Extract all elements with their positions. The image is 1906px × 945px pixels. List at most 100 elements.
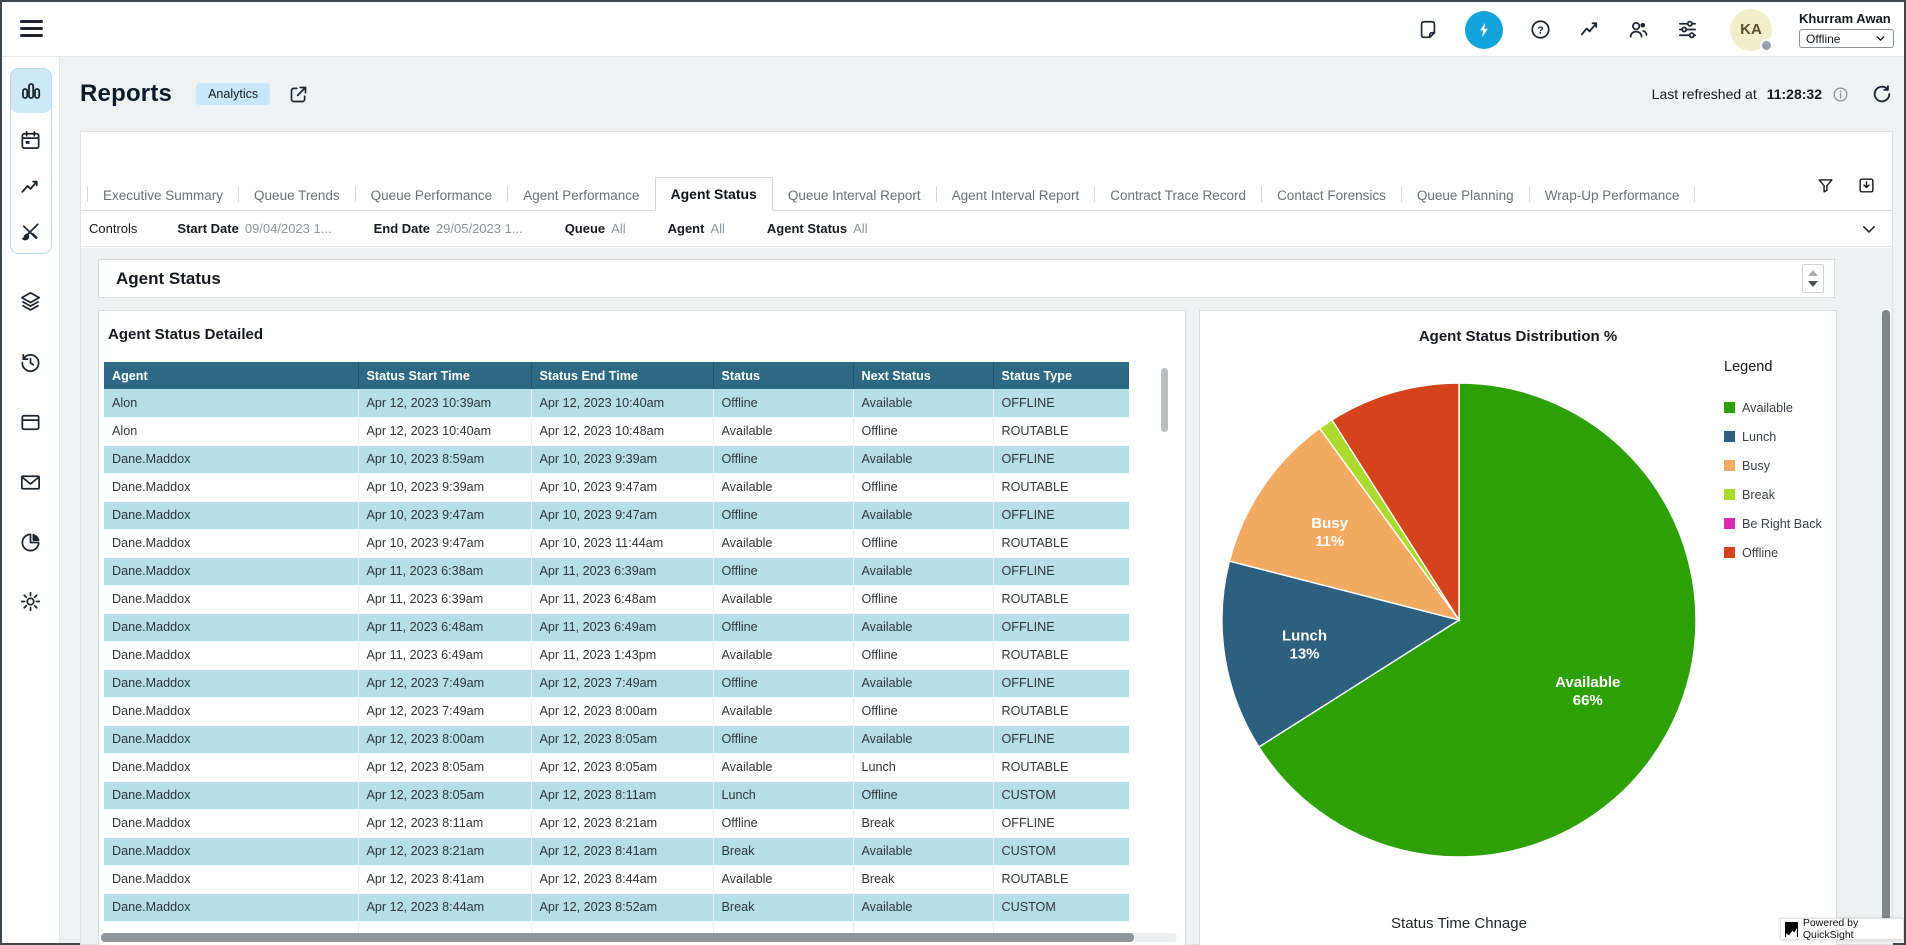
table-row[interactable]: Dane.MaddoxApr 12, 2023 8:11amApr 12, 20… [104, 809, 1129, 837]
sidebar-item-pie-chart[interactable] [19, 531, 43, 555]
table-row[interactable]: Dane.MaddoxApr 12, 2023 8:00amApr 12, 20… [104, 725, 1129, 753]
section-header: Agent Status [98, 259, 1835, 298]
analytics-badge: Analytics [196, 83, 270, 105]
user-name: Khurram Awan [1799, 11, 1894, 26]
powered-by-quicksight-badge[interactable]: Powered by QuickSight [1780, 918, 1904, 940]
controls-bar: Controls Start Date09/04/2023 1... End Da… [81, 211, 1892, 247]
table-vertical-scrollbar[interactable] [1161, 368, 1168, 432]
table-row[interactable]: Dane.MaddoxApr 12, 2023 7:49amApr 12, 20… [104, 669, 1129, 697]
pie-slice-label: Busy11% [1311, 515, 1348, 550]
legend-item-busy[interactable]: Busy [1724, 451, 1822, 480]
realtime-bolt-icon[interactable] [1465, 11, 1503, 49]
sidebar-item-settings[interactable] [19, 590, 43, 614]
table-row[interactable]: Dane.MaddoxApr 10, 2023 9:47amApr 10, 20… [104, 529, 1129, 557]
refresh-icon[interactable] [1871, 83, 1893, 105]
column-header-status-start-time[interactable]: Status Start Time [358, 362, 531, 389]
pie-legend: Legend AvailableLunchBusyBreakBe Right B… [1724, 359, 1822, 567]
table-panel-title: Agent Status Detailed [108, 326, 263, 343]
chevron-down-icon [1874, 32, 1887, 45]
tab-agent-performance[interactable]: Agent Performance [508, 182, 654, 210]
table-row[interactable]: Dane.MaddoxApr 11, 2023 6:49amApr 11, 20… [104, 641, 1129, 669]
quicksight-logo-icon [1785, 922, 1798, 937]
users-icon[interactable] [1626, 18, 1650, 42]
metrics-icon[interactable] [1577, 18, 1601, 42]
settings-sliders-icon[interactable] [1675, 18, 1699, 42]
table-horizontal-scrollbar[interactable] [101, 933, 1134, 942]
tab-contact-forensics[interactable]: Contact Forensics [1262, 182, 1401, 210]
tab-agent-status[interactable]: Agent Status [655, 177, 773, 211]
spinner-down-icon[interactable] [1808, 281, 1818, 287]
column-header-next-status[interactable]: Next Status [853, 362, 993, 389]
tab-contract-trace-record[interactable]: Contract Trace Record [1095, 182, 1261, 210]
tab-queue-interval-report[interactable]: Queue Interval Report [773, 182, 936, 210]
filter-start-date[interactable]: Start Date09/04/2023 1... [177, 221, 331, 236]
filter-agent-status[interactable]: Agent StatusAll [767, 221, 868, 236]
info-icon[interactable] [1832, 86, 1849, 103]
column-header-status[interactable]: Status [713, 362, 853, 389]
tab-agent-interval-report[interactable]: Agent Interval Report [937, 182, 1095, 210]
table-row[interactable]: Dane.MaddoxApr 12, 2023 8:41amApr 12, 20… [104, 865, 1129, 893]
filter-icon[interactable] [1816, 176, 1835, 195]
presence-dropdown[interactable]: Offline [1799, 29, 1894, 48]
sheet: Agent Status Agent Status Detailed Agent… [81, 248, 1892, 944]
sidebar [2, 57, 60, 943]
sidebar-item-layers[interactable] [19, 290, 43, 314]
next-chart-title: Status Time Chnage [1200, 915, 1718, 932]
sidebar-item-design-tools[interactable] [19, 220, 43, 244]
table-row[interactable]: Dane.MaddoxApr 12, 2023 8:05amApr 12, 20… [104, 753, 1129, 781]
sidebar-item-mail[interactable] [19, 471, 43, 495]
legend-item-be-right-back[interactable]: Be Right Back [1724, 509, 1822, 538]
avatar-initials: KA [1740, 21, 1762, 38]
table-row[interactable]: Dane.MaddoxApr 12, 2023 8:05amApr 12, 20… [104, 781, 1129, 809]
table-row[interactable]: Dane.MaddoxApr 11, 2023 6:38amApr 11, 20… [104, 557, 1129, 585]
spinner-up-icon[interactable] [1808, 270, 1818, 276]
main-content: Reports Analytics Last refreshed at 11:2… [60, 57, 1904, 943]
table-row[interactable]: Dane.MaddoxApr 12, 2023 8:21amApr 12, 20… [104, 837, 1129, 865]
notes-icon[interactable] [1416, 18, 1440, 42]
table-row[interactable]: Dane.MaddoxApr 10, 2023 9:39amApr 10, 20… [104, 473, 1129, 501]
sidebar-item-line-chart[interactable] [19, 175, 43, 199]
sidebar-item-bar-chart[interactable] [19, 79, 43, 103]
tab-queue-trends[interactable]: Queue Trends [239, 182, 355, 210]
tab-queue-performance[interactable]: Queue Performance [356, 182, 508, 210]
section-title: Agent Status [116, 269, 221, 289]
sidebar-item-history[interactable] [19, 351, 43, 375]
table-row[interactable]: AlonApr 12, 2023 10:40amApr 12, 2023 10:… [104, 417, 1129, 445]
hamburger-menu-icon[interactable] [20, 20, 43, 38]
legend-item-break[interactable]: Break [1724, 480, 1822, 509]
legend-item-available[interactable]: Available [1724, 393, 1822, 422]
filter-end-date[interactable]: End Date29/05/2023 1... [374, 221, 523, 236]
tab-wrap-up-performance[interactable]: Wrap-Up Performance [1530, 182, 1695, 210]
page-title: Reports [80, 80, 172, 108]
filter-agent[interactable]: AgentAll [668, 221, 725, 236]
column-header-agent[interactable]: Agent [104, 362, 358, 389]
table-row[interactable]: Dane.MaddoxApr 10, 2023 8:59amApr 10, 20… [104, 445, 1129, 473]
table-row[interactable]: Dane.MaddoxApr 11, 2023 6:39amApr 11, 20… [104, 585, 1129, 613]
table-row[interactable]: Dane.MaddoxApr 11, 2023 6:48amApr 11, 20… [104, 613, 1129, 641]
table-row[interactable]: AlonApr 12, 2023 10:39amApr 12, 2023 10:… [104, 389, 1129, 417]
legend-swatch [1724, 431, 1735, 442]
user-avatar[interactable]: KA [1730, 9, 1772, 51]
sheet-vertical-scrollbar[interactable] [1882, 310, 1890, 940]
legend-item-lunch[interactable]: Lunch [1724, 422, 1822, 451]
table-row[interactable]: Dane.MaddoxApr 12, 2023 7:49amApr 12, 20… [104, 697, 1129, 725]
controls-collapse-chevron-icon[interactable] [1860, 220, 1878, 238]
export-download-icon[interactable] [1857, 176, 1876, 195]
help-icon[interactable]: ? [1528, 18, 1552, 42]
svg-text:?: ? [1537, 24, 1543, 36]
table-row[interactable]: Dane.MaddoxApr 10, 2023 9:47amApr 10, 20… [104, 501, 1129, 529]
tab-executive-summary[interactable]: Executive Summary [88, 182, 238, 210]
tab-queue-planning[interactable]: Queue Planning [1402, 182, 1529, 210]
sidebar-item-window[interactable] [19, 411, 43, 435]
column-header-status-end-time[interactable]: Status End Time [531, 362, 713, 389]
external-link-icon[interactable] [288, 84, 309, 105]
controls-label[interactable]: Controls [89, 221, 137, 236]
table-row[interactable]: Dane.MaddoxApr 12, 2023 8:44amApr 12, 20… [104, 893, 1129, 921]
table-horizontal-scrollbar-track [101, 933, 1177, 942]
section-spinner-control[interactable] [1802, 264, 1824, 293]
column-header-status-type[interactable]: Status Type [993, 362, 1129, 389]
legend-item-offline[interactable]: Offline [1724, 538, 1822, 567]
filter-queue[interactable]: QueueAll [565, 221, 626, 236]
sidebar-item-calendar[interactable] [19, 129, 43, 153]
agent-status-detailed-panel: Agent Status Detailed AgentStatus Start … [98, 310, 1186, 945]
